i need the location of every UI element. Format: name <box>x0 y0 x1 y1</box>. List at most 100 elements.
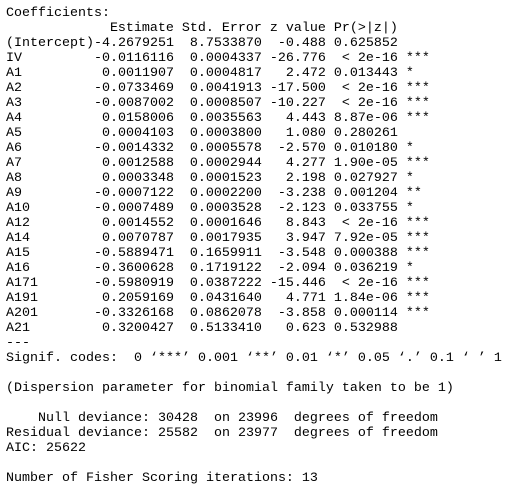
coef-estimate: -0.0014332 <box>93 141 174 156</box>
coef-std-error: 0.0002944 <box>189 156 262 171</box>
coef-signif-stars: * <box>405 201 414 216</box>
coef-name: A201 <box>6 306 38 321</box>
coef-z-value: -2.123 <box>277 201 326 216</box>
aic: AIC: 25622 <box>6 441 86 456</box>
coef-estimate: -0.0007489 <box>93 201 174 216</box>
coef-estimate: 0.0012588 <box>101 156 174 171</box>
coef-name: A10 <box>6 201 30 216</box>
coef-std-error: 0.0004337 <box>189 51 262 66</box>
signif-codes: Signif. codes: 0 ‘***’ 0.001 ‘**’ 0.01 ‘… <box>6 351 502 366</box>
coef-z-value: -10.227 <box>269 96 326 111</box>
separator: --- <box>6 336 30 351</box>
coefficients-table-body: (Intercept)-4.2679251 8.7533870 -0.488 0.62… <box>6 36 522 336</box>
coef-z-value: 4.443 <box>285 111 326 126</box>
coef-name: A171 <box>6 276 38 291</box>
coef-estimate: 0.0003348 <box>101 171 174 186</box>
coef-name: A2 <box>6 81 22 96</box>
coef-p-value: 0.036219 <box>333 261 398 276</box>
coef-name: A3 <box>6 96 22 111</box>
coef-p-value: 0.013443 <box>333 66 398 81</box>
coef-p-value: < 2e-16 <box>341 96 398 111</box>
coef-std-error: 0.0003800 <box>189 126 262 141</box>
coef-estimate: 0.3200427 <box>101 321 174 336</box>
coef-estimate: 0.0004103 <box>101 126 174 141</box>
header-p-value: Pr(>|z|) <box>333 21 398 36</box>
coef-p-value: 8.87e-06 <box>333 111 398 126</box>
coef-z-value: -2.570 <box>277 141 326 156</box>
coef-p-value: 7.92e-05 <box>333 231 398 246</box>
coef-signif-stars: *** <box>405 156 430 171</box>
coef-p-value: < 2e-16 <box>341 81 398 96</box>
table-row: A8 0.0003348 0.0001523 2.198 0.027927 * <box>6 171 522 186</box>
dispersion-note: (Dispersion parameter for binomial famil… <box>6 381 454 396</box>
coef-estimate: 0.0011907 <box>101 66 174 81</box>
coef-signif-stars: *** <box>405 246 430 261</box>
coef-estimate: -0.0733469 <box>93 81 174 96</box>
coef-name: A4 <box>6 111 22 126</box>
coef-signif-stars: *** <box>405 276 430 291</box>
coef-std-error: 0.1659911 <box>189 246 262 261</box>
coef-z-value: -3.858 <box>277 306 326 321</box>
table-row: A5 0.0004103 0.0003800 1.080 0.280261 <box>6 126 522 141</box>
coefficients-title: Coefficients: <box>6 6 110 21</box>
coef-z-value: 2.198 <box>285 171 326 186</box>
coef-signif-stars: *** <box>405 51 430 66</box>
header-std-error: Std. Error <box>181 21 262 36</box>
fisher-iterations: Number of Fisher Scoring iterations: 13 <box>6 471 318 486</box>
coef-signif-stars: ** <box>405 186 422 201</box>
coef-p-value: 0.027927 <box>333 171 398 186</box>
coef-estimate: 0.0070787 <box>101 231 174 246</box>
coef-z-value: -15.446 <box>269 276 326 291</box>
coef-name: (Intercept) <box>6 36 94 51</box>
coef-std-error: 8.7533870 <box>189 36 262 51</box>
coef-std-error: 0.0001646 <box>189 216 262 231</box>
coef-std-error: 0.5133410 <box>189 321 262 336</box>
coef-signif-stars: *** <box>405 81 430 96</box>
coef-std-error: 0.0431640 <box>189 291 262 306</box>
coef-z-value: -3.238 <box>277 186 326 201</box>
coef-p-value: < 2e-16 <box>341 51 398 66</box>
table-row: (Intercept)-4.2679251 8.7533870 -0.488 0.62… <box>6 36 522 51</box>
table-row: A201 -0.3326168 0.0862078 -3.858 0.000114 *** <box>6 306 522 321</box>
coef-name: A1 <box>6 66 22 81</box>
coef-p-value: 0.625852 <box>333 36 398 51</box>
coef-estimate: 0.0014552 <box>101 216 174 231</box>
coef-p-value: 1.84e-06 <box>333 291 398 306</box>
coef-std-error: 0.0862078 <box>189 306 262 321</box>
table-row: A1 0.0011907 0.0004817 2.472 0.013443 * <box>6 66 522 81</box>
coef-z-value: 3.947 <box>285 231 326 246</box>
coef-signif-stars: *** <box>405 111 430 126</box>
coef-signif-stars: * <box>405 141 414 156</box>
table-row: A6 -0.0014332 0.0005578 -2.570 0.010180 * <box>6 141 522 156</box>
coef-signif-stars: * <box>405 261 414 276</box>
coef-z-value: -2.094 <box>277 261 326 276</box>
coef-std-error: 0.0017935 <box>189 231 262 246</box>
coef-p-value: 0.001204 <box>333 186 398 201</box>
coef-signif-stars: *** <box>405 291 430 306</box>
coef-name: A5 <box>6 126 22 141</box>
table-row: A10 -0.0007489 0.0003528 -2.123 0.033755 * <box>6 201 522 216</box>
coef-name: A8 <box>6 171 22 186</box>
coef-p-value: 0.000114 <box>333 306 398 321</box>
table-row: A15 -0.5889471 0.1659911 -3.548 0.000388 *** <box>6 246 522 261</box>
coef-name: A6 <box>6 141 22 156</box>
coef-name: A7 <box>6 156 22 171</box>
coef-p-value: 1.90e-05 <box>333 156 398 171</box>
table-row: A191 0.2059169 0.0431640 4.771 1.84e-06 *** <box>6 291 522 306</box>
coef-signif-stars: *** <box>405 96 430 111</box>
coef-name: A12 <box>6 216 30 231</box>
coef-estimate: -0.0087002 <box>93 96 174 111</box>
coef-p-value: 0.280261 <box>333 126 398 141</box>
table-row: A2 -0.0733469 0.0041913 -17.500 < 2e-16 *** <box>6 81 522 96</box>
table-row: IV -0.0116116 0.0004337 -26.776 < 2e-16 *** <box>6 51 522 66</box>
coef-z-value: -17.500 <box>269 81 326 96</box>
coef-p-value: < 2e-16 <box>341 276 398 291</box>
coef-z-value: 2.472 <box>285 66 326 81</box>
coef-signif-stars: * <box>405 66 414 81</box>
table-row: A171 -0.5980919 0.0387222 -15.446 < 2e-16 *** <box>6 276 522 291</box>
table-row: A21 0.3200427 0.5133410 0.623 0.532988 <box>6 321 522 336</box>
coef-std-error: 0.0387222 <box>189 276 262 291</box>
table-row: A16 -0.3600628 0.1719122 -2.094 0.036219 * <box>6 261 522 276</box>
